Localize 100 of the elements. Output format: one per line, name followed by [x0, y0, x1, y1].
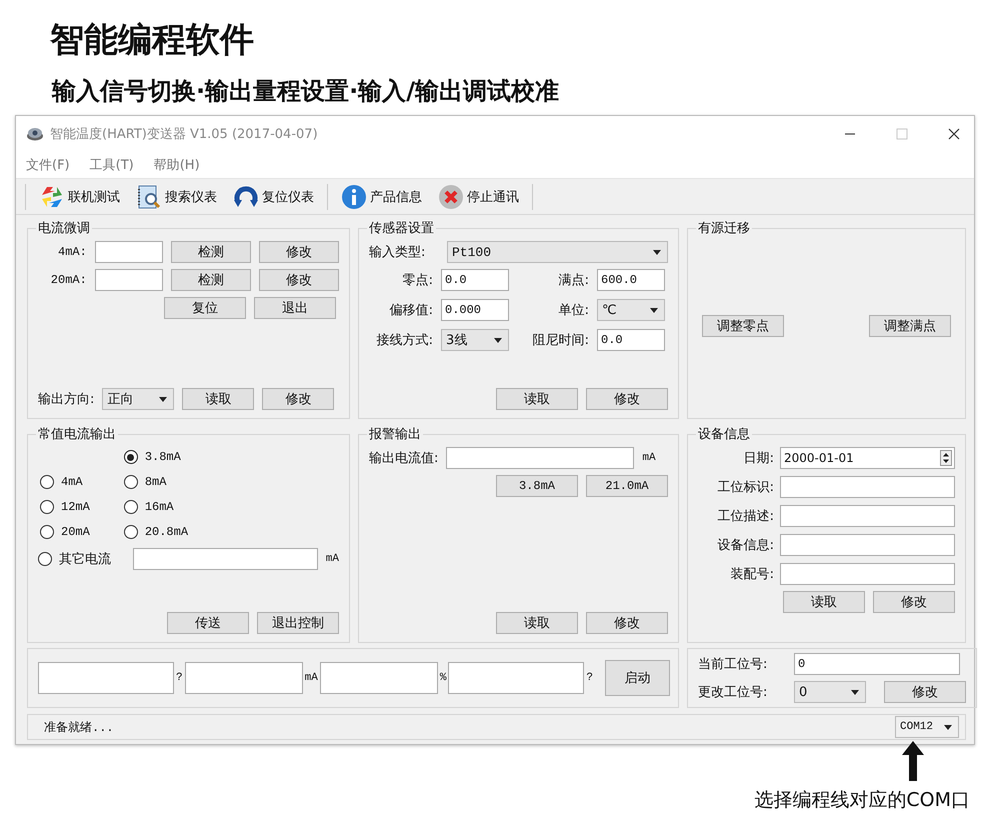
- button[interactable]: 读取: [182, 388, 254, 410]
- field-label: 输出方向:: [38, 391, 94, 408]
- unit-label: ?: [176, 672, 183, 684]
- field-label: 4mA:: [57, 245, 87, 259]
- button[interactable]: 退出控制: [257, 612, 339, 634]
- radio-label: 12mA: [61, 500, 90, 514]
- radio-label: 4mA: [61, 475, 83, 489]
- caret-icon: [851, 690, 859, 694]
- button[interactable]: 传送: [167, 612, 249, 634]
- toolbar-button[interactable]: 搜索仪表: [128, 182, 225, 212]
- input-field[interactable]: [446, 447, 634, 469]
- input-field[interactable]: [38, 662, 174, 694]
- button[interactable]: 检测: [170, 241, 251, 263]
- radio-button[interactable]: [38, 552, 52, 566]
- radio-label: 16mA: [144, 500, 174, 514]
- dropdown[interactable]: Pt100: [447, 241, 668, 263]
- maximize-icon[interactable]: [896, 128, 908, 140]
- button[interactable]: 调整满点: [869, 314, 951, 336]
- button[interactable]: 修改: [884, 681, 966, 703]
- input-field[interactable]: 0.0: [441, 269, 509, 291]
- headline: 智能编程软件: [48, 19, 254, 62]
- button[interactable]: 读取: [496, 388, 578, 410]
- button[interactable]: 修改: [873, 591, 955, 613]
- button[interactable]: 修改: [262, 388, 334, 410]
- up-arrow-icon: [902, 741, 924, 781]
- input-field[interactable]: 0.0: [597, 329, 665, 351]
- menu-item[interactable]: 文件(F): [26, 156, 70, 174]
- dropdown[interactable]: 正向: [102, 388, 174, 410]
- stop-icon: [438, 184, 464, 210]
- button[interactable]: 复位: [164, 297, 246, 319]
- toolbar-button[interactable]: 复位仪表: [225, 182, 322, 212]
- field-label: 满点:: [558, 272, 589, 289]
- radio-button[interactable]: [40, 475, 54, 489]
- button[interactable]: 读取: [783, 591, 865, 613]
- dropdown[interactable]: 0: [794, 681, 866, 703]
- field-label: 更改工位号:: [698, 684, 768, 701]
- input-field[interactable]: [780, 476, 955, 498]
- field-label: 工位标识:: [716, 479, 774, 496]
- caret-icon: [650, 308, 658, 312]
- radio-label: 其它电流: [59, 551, 111, 568]
- dropdown[interactable]: 3线: [441, 329, 509, 351]
- caret-icon: [494, 338, 502, 342]
- button[interactable]: 修改: [258, 269, 339, 291]
- menu-item[interactable]: 帮助(H): [154, 156, 200, 174]
- close-icon[interactable]: [948, 128, 960, 140]
- date-field[interactable]: 2000-01-01: [780, 447, 955, 469]
- menu-item[interactable]: 工具(T): [90, 156, 134, 174]
- button[interactable]: 21.0mA: [586, 475, 668, 497]
- button[interactable]: 修改: [258, 241, 339, 263]
- input-field[interactable]: [184, 662, 303, 694]
- input-field[interactable]: [320, 662, 438, 694]
- input-field[interactable]: [780, 505, 955, 527]
- button[interactable]: 调整零点: [702, 314, 784, 336]
- field-label: 输出电流值:: [369, 450, 438, 467]
- toolbar-button[interactable]: 联机测试: [31, 182, 128, 212]
- input-field[interactable]: 0: [794, 653, 960, 675]
- spinner-icon[interactable]: [940, 450, 952, 466]
- caret-icon: [159, 396, 168, 402]
- radio-button[interactable]: [124, 500, 138, 514]
- button[interactable]: 3.8mA: [496, 475, 578, 497]
- radio-button[interactable]: [40, 500, 54, 514]
- field-label: 当前工位号:: [698, 656, 768, 673]
- toolbar-button[interactable]: 停止通讯: [430, 182, 527, 212]
- input-field[interactable]: [780, 534, 955, 556]
- radio-button[interactable]: [124, 475, 138, 489]
- start-button[interactable]: 启动: [605, 660, 670, 696]
- button[interactable]: 修改: [586, 388, 668, 410]
- unit-label: mA: [326, 553, 339, 565]
- radio-label: 20.8mA: [144, 525, 188, 539]
- unit-label: ?: [586, 672, 594, 684]
- unit-label: %: [440, 672, 446, 684]
- field-label: 设备信息:: [716, 537, 774, 554]
- field-label: 工位描述:: [716, 508, 774, 525]
- panel-title: 有源迁移: [697, 220, 751, 237]
- radio-label: 8mA: [144, 475, 166, 489]
- input-field[interactable]: [94, 241, 163, 263]
- panel-title: 常值电流输出: [37, 426, 117, 443]
- dropdown[interactable]: ℃: [597, 299, 665, 321]
- radio-label: 3.8mA: [144, 450, 181, 464]
- input-field[interactable]: [448, 662, 584, 694]
- input-field[interactable]: [94, 269, 163, 291]
- button[interactable]: 读取: [496, 612, 578, 634]
- input-field[interactable]: [132, 548, 318, 570]
- notebook-search-icon: [136, 184, 162, 210]
- panel-title: 报警输出: [368, 426, 422, 443]
- panel-title: 设备信息: [697, 426, 751, 443]
- input-field[interactable]: 600.0: [597, 269, 665, 291]
- button[interactable]: 退出: [254, 297, 336, 319]
- panel-title: 电流微调: [37, 220, 91, 237]
- button[interactable]: 修改: [586, 612, 668, 634]
- field-label: 零点:: [402, 272, 433, 289]
- port-dropdown[interactable]: COM12: [895, 716, 959, 738]
- radio-button[interactable]: [124, 525, 138, 539]
- input-field[interactable]: [780, 563, 955, 585]
- radio-button[interactable]: [40, 525, 54, 539]
- field-label: 装配号:: [730, 566, 774, 583]
- toolbar-button[interactable]: 产品信息: [333, 182, 430, 212]
- button[interactable]: 检测: [170, 269, 251, 291]
- input-field[interactable]: 0.000: [441, 299, 509, 321]
- radio-button[interactable]: [124, 450, 138, 464]
